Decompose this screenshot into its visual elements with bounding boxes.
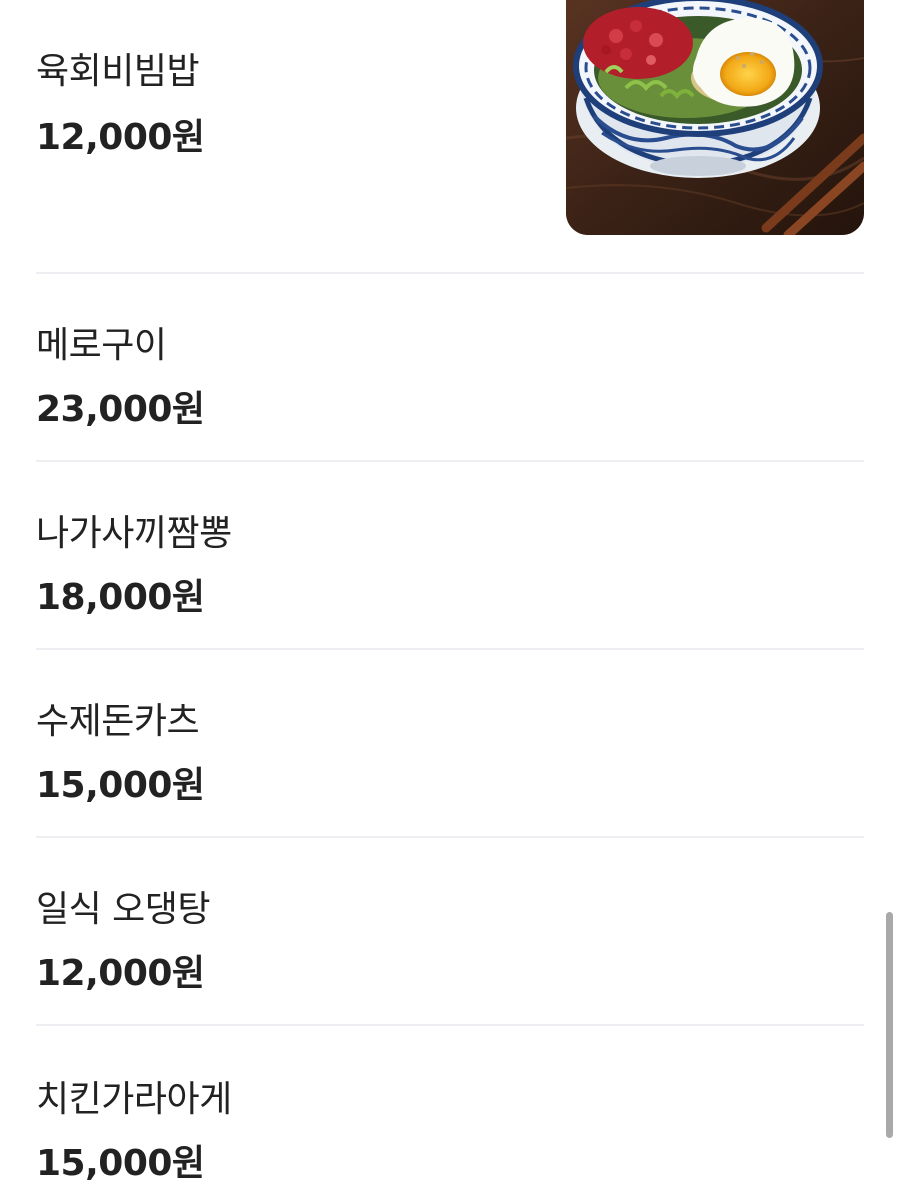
scrollbar-thumb[interactable] <box>886 912 893 1138</box>
menu-item-oden-soup[interactable]: 일식 오댕탕 12,000원 <box>36 838 864 1026</box>
menu-list: 육회비빔밥 12,000원 메로구이 23,000원 나가사끼짬뽕 18,000… <box>36 0 864 1199</box>
menu-item-name: 치킨가라아게 <box>36 1079 232 1120</box>
menu-item-price: 12,000원 <box>36 953 205 994</box>
menu-item-name: 나가사끼짬뽕 <box>36 513 232 554</box>
menu-item-price: 15,000원 <box>36 1143 205 1184</box>
menu-item-nagasaki-jjamppong[interactable]: 나가사끼짬뽕 18,000원 <box>36 462 864 650</box>
menu-item-name: 메로구이 <box>36 325 167 366</box>
menu-item-name: 수제돈카츠 <box>36 701 200 742</box>
menu-item-price: 12,000원 <box>36 117 205 158</box>
menu-item-price: 18,000원 <box>36 577 205 618</box>
menu-item-name: 육회비빔밥 <box>36 51 200 92</box>
menu-item-photo[interactable] <box>566 0 864 235</box>
scrollbar[interactable] <box>886 0 894 1199</box>
menu-item-chicken-karaage[interactable]: 치킨가라아게 15,000원 <box>36 1026 864 1199</box>
menu-item-yukhoe-bibimbap[interactable]: 육회비빔밥 12,000원 <box>36 0 864 274</box>
menu-item-price: 23,000원 <box>36 389 205 430</box>
menu-item-name: 일식 오댕탕 <box>36 889 211 930</box>
menu-item-mero-gui[interactable]: 메로구이 23,000원 <box>36 274 864 462</box>
menu-item-handmade-tonkatsu[interactable]: 수제돈카츠 15,000원 <box>36 650 864 838</box>
menu-screen: 육회비빔밥 12,000원 메로구이 23,000원 나가사끼짬뽕 18,000… <box>0 0 900 1199</box>
menu-item-price: 15,000원 <box>36 765 205 806</box>
yukhoe-bibimbap-photo-icon <box>566 0 864 235</box>
